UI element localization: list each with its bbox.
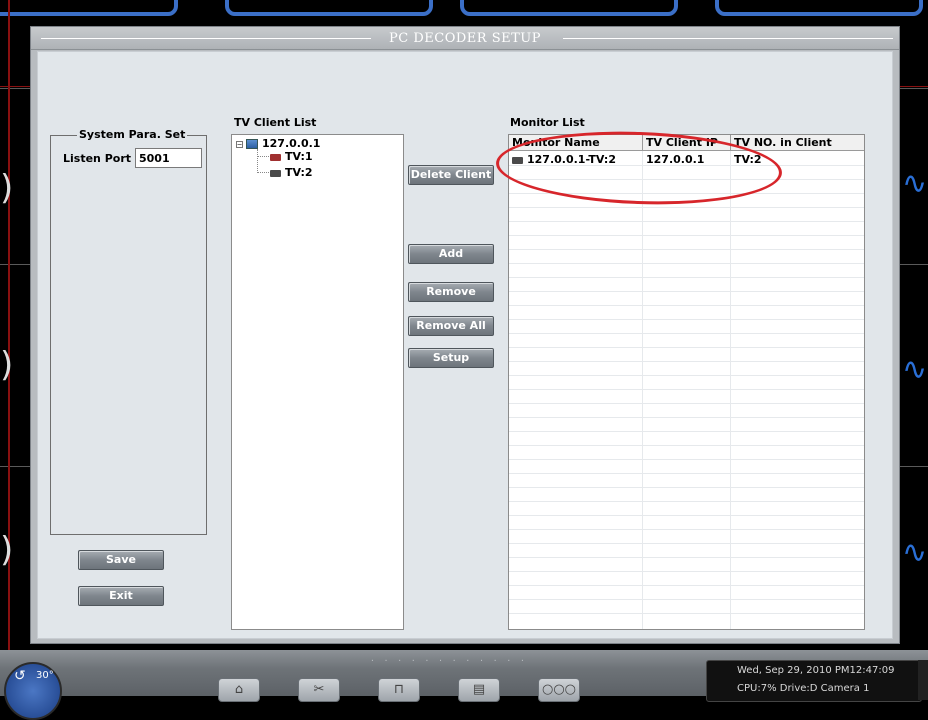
tree-node-tv2-label: TV:2 — [285, 166, 313, 179]
window-titlebar: PC DECODER SETUP — [31, 27, 899, 50]
listen-port-input[interactable] — [135, 148, 202, 168]
more-icon[interactable]: ○○○ — [538, 678, 580, 702]
camera-edge-left-3: ) — [0, 530, 14, 570]
tv-client-list-title: TV Client List — [234, 116, 317, 129]
document-icon[interactable]: ▤ — [458, 678, 500, 702]
waveform-glyph-1: ∿ — [902, 166, 928, 201]
computer-network-icon — [246, 139, 258, 149]
window-content: System Para. Set Listen Port TV Client L… — [37, 51, 893, 639]
lock-icon[interactable]: ⊓ — [378, 678, 420, 702]
tree-node-root-label: 127.0.0.1 — [262, 137, 321, 150]
delete-client-button[interactable]: Delete Client — [408, 165, 494, 185]
monitor-list-title: Monitor List — [510, 116, 585, 129]
camera-edge-left-1: ) — [0, 168, 14, 208]
tree-node-tv2[interactable]: TV:2 — [270, 166, 313, 179]
ptz-dial[interactable]: ↺ 30° — [4, 662, 62, 720]
pc-decoder-setup-window: PC DECODER SETUP System Para. Set Listen… — [30, 26, 900, 644]
setup-button[interactable]: Setup — [408, 348, 494, 368]
remove-all-button[interactable]: Remove All — [408, 316, 494, 336]
add-button[interactable]: Add — [408, 244, 494, 264]
tools-icon[interactable]: ✂ — [298, 678, 340, 702]
tree-node-root[interactable]: − 127.0.0.1 — [236, 137, 320, 150]
tree-node-tv1-label: TV:1 — [285, 150, 313, 163]
window-title: PC DECODER SETUP — [389, 31, 541, 46]
remove-button[interactable]: Remove — [408, 282, 494, 302]
system-status-display: CPU:7% Drive:D Camera 1 — [737, 683, 870, 694]
exit-button[interactable]: Exit — [78, 586, 164, 606]
taskbar-edge — [918, 660, 928, 700]
datetime-display: Wed, Sep 29, 2010 PM12:47:09 — [737, 665, 895, 676]
taskbar-dots: · · · · · · · · · · · · — [370, 656, 527, 665]
system-para-groupbox: System Para. Set Listen Port — [50, 128, 207, 535]
monitor-list-table[interactable]: Monitor Name TV Client IP TV NO. in Clie… — [508, 134, 865, 630]
dial-label: 30° — [36, 670, 54, 681]
camera-icon[interactable]: ⌂ — [218, 678, 260, 702]
camera-edge-left-2: ) — [0, 345, 14, 385]
collapse-icon[interactable]: − — [236, 140, 243, 148]
top-camera-strip — [0, 0, 928, 22]
taskbar: ↺ 30° · · · · · · · · · · · · ⌂ ✂ ⊓ ▤ ○○… — [0, 650, 928, 720]
save-button[interactable]: Save — [78, 550, 164, 570]
listen-port-label: Listen Port — [63, 152, 132, 165]
waveform-glyph-2: ∿ — [902, 352, 928, 387]
tree-node-tv1[interactable]: TV:1 — [270, 150, 313, 163]
waveform-glyph-3: ∿ — [902, 535, 928, 570]
rotate-icon: ↺ — [14, 668, 26, 684]
system-para-group-title: System Para. Set — [77, 128, 188, 141]
monitor-icon — [270, 169, 281, 177]
monitor-icon — [270, 153, 281, 161]
tv-client-tree[interactable]: − 127.0.0.1 TV:1 TV:2 — [231, 134, 404, 630]
